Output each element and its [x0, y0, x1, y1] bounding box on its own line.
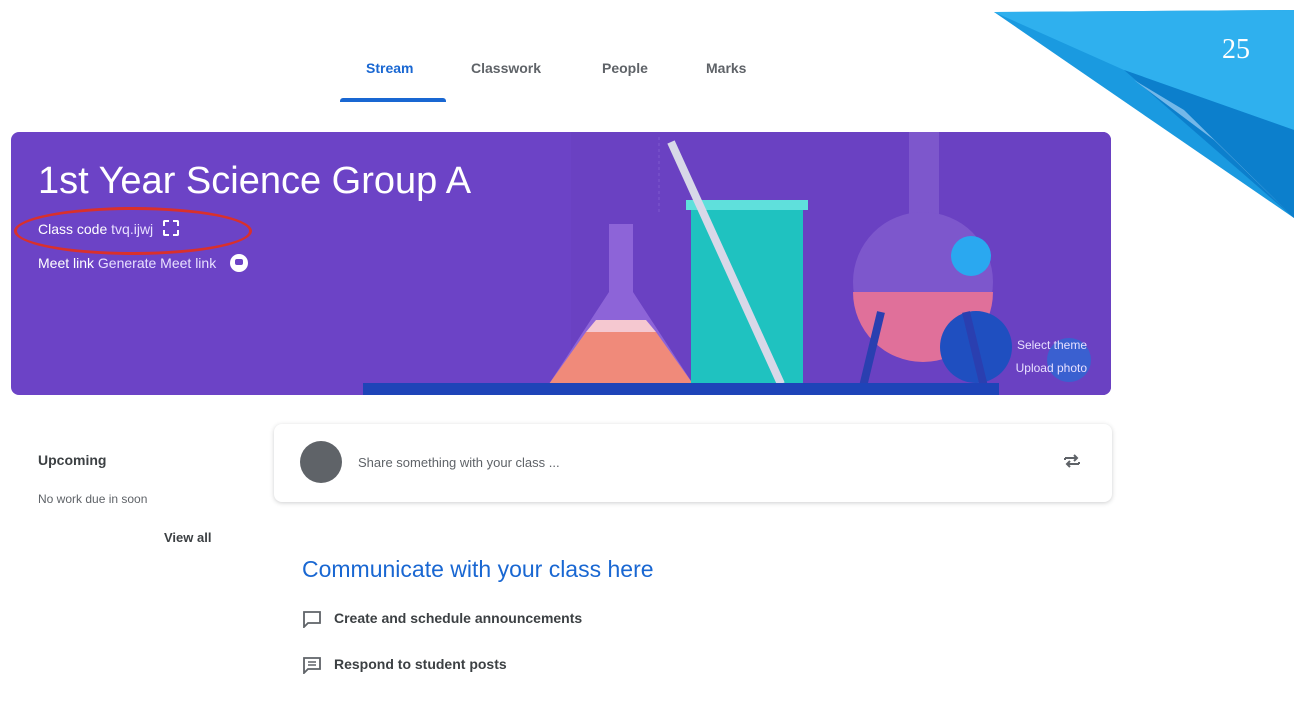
tab-classwork[interactable]: Classwork	[471, 60, 541, 76]
generate-meet-link[interactable]: Generate Meet link	[98, 255, 216, 271]
communicate-heading: Communicate with your class here	[302, 556, 654, 582]
upcoming-panel: Upcoming No work due in soon View all	[14, 424, 244, 564]
class-title: 1st Year Science Group A	[38, 160, 472, 202]
repost-icon[interactable]	[1060, 449, 1084, 473]
meet-link-label: Meet link	[38, 255, 95, 271]
tab-marks[interactable]: Marks	[706, 60, 746, 76]
announcements-label: Create and schedule announcements	[334, 610, 583, 626]
share-card[interactable]: Share something with your class ...	[274, 424, 1112, 502]
avatar	[300, 441, 342, 483]
student-posts-label: Respond to student posts	[334, 656, 507, 672]
slide-number: 25	[1222, 34, 1250, 65]
class-banner: 1st Year Science Group A Class code tvq.…	[11, 132, 1111, 395]
view-all-link[interactable]: View all	[164, 530, 211, 545]
share-input[interactable]: Share something with your class ...	[358, 455, 560, 470]
highlight-ellipse	[14, 207, 252, 255]
active-tab-indicator	[340, 98, 446, 102]
meet-link-row: Meet link Generate Meet link	[38, 254, 249, 272]
meet-icon[interactable]	[230, 254, 249, 272]
upcoming-text: No work due in soon	[38, 492, 148, 506]
upload-photo-link[interactable]: Upload photo	[1016, 361, 1087, 375]
upcoming-title: Upcoming	[38, 452, 107, 468]
student-posts-item: Respond to student posts	[302, 656, 507, 674]
announcements-item: Create and schedule announcements	[302, 610, 582, 628]
announcement-icon	[303, 611, 321, 628]
tab-people[interactable]: People	[602, 60, 648, 76]
tab-stream[interactable]: Stream	[366, 60, 413, 76]
student-posts-icon	[303, 657, 321, 674]
select-theme-link[interactable]: Select theme	[1017, 338, 1087, 352]
